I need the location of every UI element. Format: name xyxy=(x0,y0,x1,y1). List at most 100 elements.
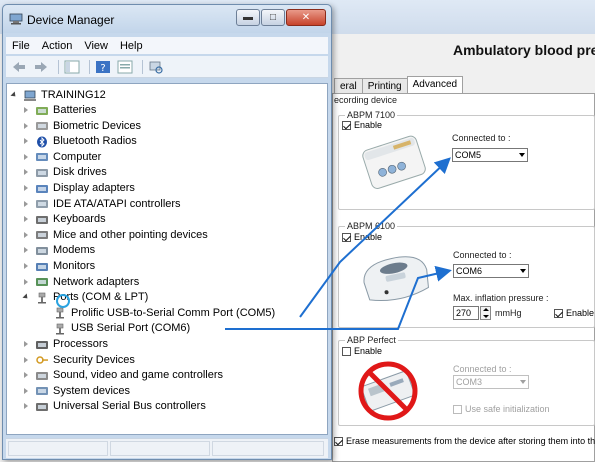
tree-item[interactable]: Display adapters xyxy=(23,181,135,196)
checkbox-checked-icon[interactable] xyxy=(342,233,351,243)
pressure-input[interactable]: 270 xyxy=(453,306,479,320)
security-icon xyxy=(36,356,48,364)
enable-label: Enable xyxy=(354,120,383,130)
chevron-down-icon xyxy=(520,269,526,273)
expand-arrow-icon[interactable] xyxy=(23,212,31,227)
tree-item[interactable]: Bluetooth Radios xyxy=(23,134,137,149)
tree-item[interactable]: IDE ATA/ATAPI controllers xyxy=(23,197,181,212)
tree-item-label: Monitors xyxy=(53,260,96,272)
enable-abpm-7100[interactable]: Enable xyxy=(342,120,383,131)
tree-item-label: Universal Serial Bus controllers xyxy=(53,400,206,413)
checkbox-checked-icon[interactable] xyxy=(334,437,343,447)
show-hide-tree-icon[interactable] xyxy=(63,59,81,75)
tree-item[interactable]: Disk drives xyxy=(23,165,107,180)
expand-arrow-icon[interactable] xyxy=(23,275,31,290)
port-icon xyxy=(38,292,46,304)
tab-general[interactable]: eral xyxy=(334,78,363,94)
connected-label: Connected to : xyxy=(452,133,511,143)
tree-item-label: Network adapters xyxy=(53,275,140,288)
menu-help[interactable]: Help xyxy=(114,40,149,52)
tree-item[interactable]: System devices xyxy=(23,384,130,399)
expand-arrow-icon[interactable] xyxy=(23,181,31,196)
tab-advanced[interactable]: Advanced xyxy=(406,76,464,94)
tree-item[interactable]: Computer xyxy=(23,150,101,165)
max-pressure-label: Max. inflation pressure : xyxy=(453,293,549,303)
expand-arrow-icon[interactable] xyxy=(23,353,31,368)
collapse-arrow-icon[interactable] xyxy=(11,88,19,103)
expand-arrow-icon[interactable] xyxy=(23,119,31,134)
expand-arrow-icon[interactable] xyxy=(23,399,31,414)
back-arrow-icon[interactable] xyxy=(10,59,28,75)
checkbox-unchecked-icon[interactable] xyxy=(342,347,351,357)
tree-item[interactable]: Biometric Devices xyxy=(23,119,141,134)
checkbox-unchecked-icon[interactable] xyxy=(453,405,462,415)
tree-item[interactable]: Mice and other pointing devices xyxy=(23,228,208,243)
tree-item[interactable]: Ports (COM & LPT) xyxy=(23,290,148,305)
expand-arrow-icon[interactable] xyxy=(23,368,31,383)
expand-arrow-icon[interactable] xyxy=(23,197,31,212)
pressure-spinner[interactable] xyxy=(480,306,491,320)
expand-arrow-icon[interactable] xyxy=(23,103,31,118)
port-select-abp-perfect[interactable]: COM3 xyxy=(453,375,529,389)
expand-arrow-icon[interactable] xyxy=(23,259,31,274)
expand-arrow-icon[interactable] xyxy=(23,384,31,399)
tree-item[interactable]: Network adapters xyxy=(23,275,139,290)
menu-bar: File Action View Help xyxy=(6,37,328,54)
abp-perfect-device-prohibited-image xyxy=(358,361,418,421)
tree-item-label: Batteries xyxy=(53,104,97,116)
tree-item-label: Modems xyxy=(53,244,96,257)
tree-root[interactable]: TRAINING12 xyxy=(11,88,106,103)
expand-arrow-icon[interactable] xyxy=(23,150,31,165)
tree-item[interactable]: Security Devices xyxy=(23,353,135,368)
settings-tabs: eral Printing Advanced xyxy=(334,76,464,94)
enable-abp-perfect[interactable]: Enable xyxy=(342,346,382,357)
tree-item-label: Mice and other pointing devices xyxy=(53,228,208,241)
scan-hardware-icon[interactable] xyxy=(147,59,165,75)
forward-arrow-icon[interactable] xyxy=(32,59,50,75)
menu-action[interactable]: Action xyxy=(36,40,79,52)
computer-icon xyxy=(24,90,36,101)
port-select-abpm-7100[interactable]: COM5 xyxy=(452,148,528,162)
toolbar-separator xyxy=(58,59,59,74)
group-title: ABP Perfect xyxy=(345,335,398,345)
help-icon[interactable]: ? xyxy=(94,59,112,75)
tree-item[interactable]: Keyboards xyxy=(23,212,106,227)
tree-child-item[interactable]: Prolific USB-to-Serial Comm Port (COM5) xyxy=(53,306,275,321)
tree-item[interactable]: Sound, video and game controllers xyxy=(23,368,223,383)
expand-arrow-icon[interactable] xyxy=(23,337,31,352)
checkbox-checked-icon[interactable] xyxy=(342,121,351,131)
connected-label: Connected to : xyxy=(453,250,512,260)
tree-item[interactable]: Processors xyxy=(23,337,108,352)
tab-printing[interactable]: Printing xyxy=(361,78,408,94)
maximize-button[interactable]: □ xyxy=(261,9,285,26)
checkbox-checked-icon[interactable] xyxy=(554,309,563,319)
collapse-arrow-icon[interactable] xyxy=(23,290,31,305)
tree-item[interactable]: Universal Serial Bus controllers xyxy=(23,399,206,414)
minimize-button[interactable]: ▬ xyxy=(236,9,260,26)
tree-item[interactable]: Monitors xyxy=(23,259,95,274)
menu-file[interactable]: File xyxy=(6,40,36,52)
network-icon xyxy=(36,278,48,287)
tree-item-label: Computer xyxy=(53,150,102,163)
enable-abpm-6100[interactable]: Enable xyxy=(342,232,382,243)
safe-init-option[interactable]: Use safe initialization xyxy=(453,404,550,415)
enable-extra-option[interactable]: Enable xyxy=(554,308,594,319)
port-select-abpm-6100[interactable]: COM6 xyxy=(453,264,529,278)
properties-icon[interactable] xyxy=(116,59,134,75)
menu-view[interactable]: View xyxy=(78,40,114,52)
erase-measurements-option[interactable]: Erase measurements from the device after… xyxy=(334,436,595,447)
expand-arrow-icon[interactable] xyxy=(23,243,31,258)
expand-arrow-icon[interactable] xyxy=(23,165,31,180)
tree-item-label: IDE ATA/ATAPI controllers xyxy=(53,197,181,210)
expand-arrow-icon[interactable] xyxy=(23,134,31,149)
spin-down-icon[interactable] xyxy=(483,315,489,318)
expand-arrow-icon[interactable] xyxy=(23,228,31,243)
tree-item[interactable]: Modems xyxy=(23,243,95,258)
spin-up-icon[interactable] xyxy=(483,308,489,311)
tree-item-label: Disk drives xyxy=(53,166,107,179)
chevron-down-icon xyxy=(519,153,525,157)
tree-child-item[interactable]: USB Serial Port (COM6) xyxy=(53,321,190,336)
tree-item[interactable]: Batteries xyxy=(23,103,96,118)
usb-icon xyxy=(36,402,48,411)
close-button[interactable]: ✕ xyxy=(286,9,326,26)
